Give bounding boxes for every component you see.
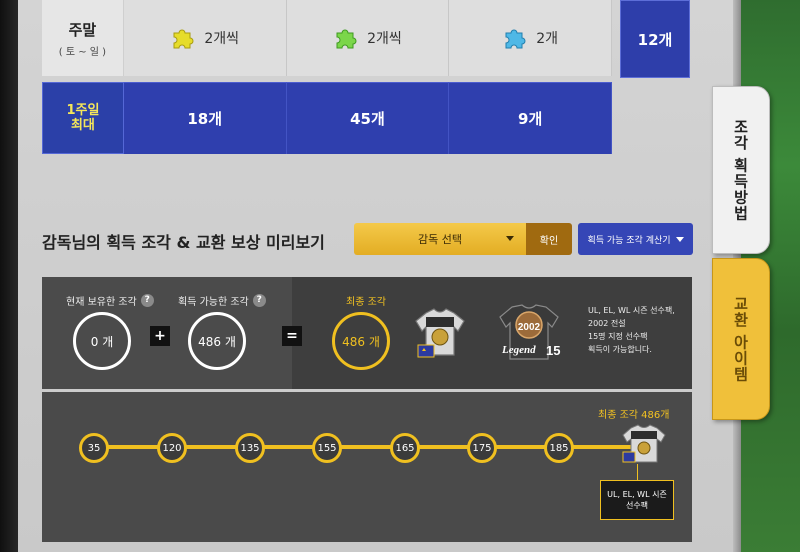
- weekend-label: 주말: [68, 20, 97, 39]
- tab-acquisition-label: 조각 획득방법: [731, 118, 750, 222]
- puzzle-yellow-icon: [173, 29, 194, 49]
- reward-connector: [637, 464, 638, 480]
- jersey-card-icon: [622, 424, 666, 463]
- available-circle: 486 개: [188, 312, 246, 370]
- weekend-cell-2: 2개씩: [286, 0, 450, 76]
- calculator-button-label: 획득 가능 조각 계산기: [587, 235, 671, 246]
- timeline-node: 165: [390, 433, 420, 463]
- timeline-node: 120: [157, 433, 187, 463]
- help-icon[interactable]: ?: [252, 294, 266, 307]
- weekend-head: 주말 ( 토 ~ 일 ): [42, 0, 124, 76]
- legend-text: Legend: [501, 344, 536, 356]
- progress-timeline: 최종 조각 486개 35 120 135 155 165 175 185 UL…: [42, 392, 692, 542]
- timeline-node: 185: [544, 433, 574, 463]
- owned-value: 0 개: [90, 334, 114, 349]
- available-label: 획득 가능한 조각: [178, 297, 249, 308]
- owned-circle: 0 개: [73, 312, 131, 370]
- manager-select[interactable]: 감독 선택: [354, 223, 526, 255]
- section-title: 감독님의 획득 조각 & 교환 보상 미리보기: [42, 233, 325, 252]
- weekend-row: 주말 ( 토 ~ 일 ) 2개씩 2개씩 2개: [42, 0, 613, 76]
- puzzle-green-icon: [336, 29, 357, 49]
- confirm-button[interactable]: 확인: [526, 223, 572, 255]
- chevron-down-icon: [506, 236, 514, 241]
- weekly-max-value-1: 18개: [187, 110, 223, 128]
- plus-sign: +: [150, 326, 170, 346]
- help-icon[interactable]: ?: [140, 294, 154, 307]
- timeline-node: 35: [79, 433, 109, 463]
- owned-label: 현재 보유한 조각: [66, 297, 137, 308]
- weekend-cell-1: 2개씩: [123, 0, 287, 76]
- chevron-down-icon: [675, 236, 684, 242]
- weekly-max-value-2: 45개: [350, 110, 385, 128]
- reward-description-line-4: 획득이 가능합니다.: [588, 345, 652, 354]
- reward-description-line-1: UL, EL, WL 시즌 선수팩,: [588, 306, 675, 315]
- weekly-max-label-1: 1주일: [66, 103, 100, 118]
- weekend-count-2: 2개씩: [367, 31, 402, 47]
- weekly-max-cell-1: 18개: [123, 82, 287, 154]
- weekly-max-cell-2: 45개: [286, 82, 450, 154]
- weekly-max-label-2: 최대: [70, 118, 95, 133]
- reward-description-line-2: 2002 전설: [588, 319, 626, 328]
- puzzle-blue-icon: [505, 29, 526, 49]
- summary-panel: 현재 보유한 조각 ? 0 개 + 획득 가능한 조각 ? 486 개 = 최종…: [42, 277, 692, 389]
- legend-number: 15: [546, 343, 560, 358]
- tab-exchange-label: 교환 아이템: [731, 295, 750, 383]
- weekly-max-head: 1주일 최대: [42, 82, 124, 154]
- weekly-max-row: 1주일 최대 18개 45개 9개: [42, 82, 613, 154]
- weekend-count-1: 2개씩: [204, 31, 240, 47]
- weekly-max-value-3: 9개: [518, 110, 543, 128]
- tab-acquisition[interactable]: 조각 획득방법: [712, 86, 770, 254]
- timeline-node: 135: [235, 433, 265, 463]
- weekend-count-3: 2개: [536, 31, 559, 47]
- timeline-node: 155: [312, 433, 342, 463]
- reward-description: UL, EL, WL 시즌 선수팩, 2002 전설 15명 지정 선수팩 획득…: [588, 304, 688, 356]
- weekly-max-cell-3: 9개: [449, 82, 613, 154]
- owned-label-row: 현재 보유한 조각 ?: [66, 293, 154, 308]
- side-total-value: 12개: [620, 0, 690, 78]
- reward-description-line-3: 15명 지정 선수팩: [588, 332, 648, 341]
- equals-sign: =: [282, 326, 302, 346]
- calculator-button[interactable]: 획득 가능 조각 계산기: [578, 223, 693, 255]
- timeline-caption: 최종 조각 486개: [598, 410, 670, 421]
- available-value: 486 개: [198, 334, 236, 349]
- legend-badge-icon: 2002 Legend 15: [499, 304, 560, 360]
- final-reward-box: UL, EL, WL 시즌 선수팩: [600, 480, 674, 520]
- left-shadow-backdrop: [0, 0, 20, 552]
- timeline-node: 175: [467, 433, 497, 463]
- legend-year: 2002: [518, 322, 541, 333]
- available-label-row: 획득 가능한 조각 ?: [178, 293, 266, 308]
- manager-select-label: 감독 선택: [418, 233, 462, 246]
- final-value: 486 개: [342, 334, 380, 349]
- final-circle: 486 개: [332, 312, 390, 370]
- weekend-cell-3: 2개: [449, 0, 613, 76]
- final-label: 최종 조각: [346, 297, 386, 308]
- weekend-range: ( 토 ~ 일 ): [58, 46, 107, 58]
- tab-exchange[interactable]: 교환 아이템: [712, 258, 770, 420]
- jersey-card-icon: [415, 308, 465, 358]
